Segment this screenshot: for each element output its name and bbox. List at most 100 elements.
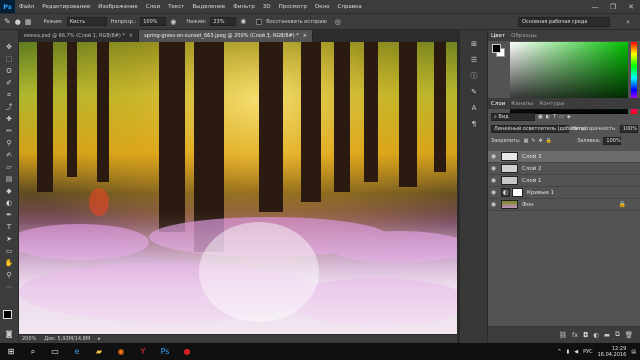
layer-row[interactable]: ◉ Фон 🔒 — [488, 199, 640, 211]
task-view-icon[interactable]: ▭ — [44, 343, 66, 360]
gradient-tool-icon[interactable]: ▤ — [3, 175, 15, 184]
layer-row[interactable]: ◉ Слой 3 — [488, 151, 640, 163]
filter-adjust-icon[interactable]: ◐ — [546, 114, 550, 120]
filter-type-icon[interactable]: T — [553, 114, 556, 120]
layer-name[interactable]: Кривые 1 — [527, 190, 554, 196]
layer-name[interactable]: Фон — [522, 202, 534, 208]
healing-brush-tool-icon[interactable]: ✚ — [3, 115, 15, 124]
layer-row[interactable]: ◉ Слой 2 — [488, 163, 640, 175]
blur-tool-icon[interactable]: ◆ — [3, 187, 15, 196]
brush-settings-panel-icon[interactable]: ✎ — [468, 88, 480, 97]
properties-panel-icon[interactable]: ☰ — [468, 56, 480, 65]
media-icon[interactable]: ● — [176, 343, 198, 360]
shape-tool-icon[interactable]: ▭ — [3, 247, 15, 256]
language-indicator[interactable]: РУС — [583, 349, 593, 355]
eye-icon[interactable]: ◉ — [489, 201, 498, 208]
restore-history-checkbox[interactable] — [256, 18, 263, 25]
photoshop-taskbar-icon[interactable]: Ps — [154, 343, 176, 360]
filter-shape-icon[interactable]: ▭ — [559, 114, 564, 120]
more-tools-icon[interactable]: ⋯ — [3, 283, 15, 292]
tablet-pressure-icon[interactable]: ◎ — [335, 18, 341, 26]
tab-paths[interactable]: Контуры — [539, 101, 564, 107]
lock-transparent-icon[interactable]: ▦ — [524, 138, 529, 144]
layer-name[interactable]: Слой 2 — [522, 166, 542, 172]
workspace-select[interactable]: Основная рабочая среда — [518, 17, 610, 27]
foreground-color-swatch[interactable] — [3, 310, 12, 319]
tab-mokka-psd[interactable]: мокка.psd @ 66,7% (Слой 1, RGB/8#) * × — [19, 30, 140, 42]
layer-kind-filter[interactable]: ⌕ Вид — [491, 112, 535, 121]
quick-select-tool-icon[interactable]: ✐ — [3, 79, 15, 88]
edge-icon[interactable]: e — [66, 343, 88, 360]
character-panel-icon[interactable]: A — [468, 104, 480, 113]
menu-layers[interactable]: Слои — [142, 4, 164, 10]
layer-row[interactable]: ◉ ◐ Кривые 1 — [488, 187, 640, 199]
brush-tool-icon[interactable]: ✏ — [3, 127, 15, 136]
yandex-icon[interactable]: Y — [132, 343, 154, 360]
tab-spring-grass[interactable]: spring-grass-on-sunset_663.jpeg @ 200% (… — [139, 30, 313, 42]
tab-swatches[interactable]: Образцы — [511, 33, 537, 39]
pressure-opacity-icon[interactable]: ◉ — [170, 18, 176, 26]
eye-icon[interactable]: ◉ — [489, 177, 498, 184]
airbrush-icon[interactable]: ✺ — [240, 18, 246, 26]
lasso-tool-icon[interactable]: ʘ — [3, 67, 15, 76]
layer-name[interactable]: Слой 1 — [522, 178, 542, 184]
layer-row[interactable]: ◉ Слой 1 — [488, 175, 640, 187]
layer-opacity-field[interactable]: 100% — [619, 124, 638, 133]
quick-mask-icon[interactable]: ◙ — [3, 330, 15, 339]
start-icon[interactable]: ⊞ — [0, 343, 22, 360]
brush-panel-icon[interactable]: ▦ — [25, 18, 32, 26]
menu-select[interactable]: Выделение — [188, 4, 229, 10]
filter-smart-icon[interactable]: ◈ — [567, 114, 571, 120]
blend-mode-select[interactable]: Линейный осветлитель (добавить) — [491, 124, 586, 133]
eyedropper-tool-icon[interactable]: ⤴ — [3, 103, 15, 112]
eraser-tool-icon[interactable]: ▱ — [3, 163, 15, 172]
lock-all-icon[interactable]: 🔒 — [546, 138, 552, 144]
mask-icon[interactable]: ◘ — [583, 331, 588, 339]
pressure-field[interactable]: 23% — [210, 17, 237, 26]
brush-preset-icon[interactable]: ● — [15, 18, 21, 26]
history-panel-icon[interactable]: ⊞ — [468, 40, 480, 49]
eye-icon[interactable]: ◉ — [489, 153, 498, 160]
path-select-tool-icon[interactable]: ➤ — [3, 235, 15, 244]
maximize-button[interactable]: ❐ — [604, 0, 622, 13]
opacity-field[interactable]: 100% — [140, 17, 167, 26]
menu-image[interactable]: Изображение — [94, 4, 142, 10]
move-tool-icon[interactable]: ✥ — [3, 43, 15, 52]
layer-name[interactable]: Слой 3 — [522, 154, 542, 160]
clock[interactable]: 12:29 16.04.2016 — [598, 346, 627, 358]
zoom-tool-icon[interactable]: ⚲ — [3, 271, 15, 280]
pen-tool-icon[interactable]: ✒ — [3, 211, 15, 220]
history-brush-tool-icon[interactable]: ✍ — [3, 151, 15, 160]
canvas-area[interactable] — [19, 42, 457, 334]
clone-stamp-tool-icon[interactable]: ⚲ — [3, 139, 15, 148]
menu-3d[interactable]: 3D — [259, 4, 275, 10]
menu-edit[interactable]: Редактирование — [38, 4, 94, 10]
tab-layers[interactable]: Слои — [491, 101, 505, 107]
marquee-tool-icon[interactable]: ⬚ — [3, 55, 15, 64]
volume-icon[interactable]: ◀ — [574, 349, 578, 355]
new-layer-icon[interactable]: ⧉ — [615, 330, 620, 339]
notifications-icon[interactable]: ▤ — [631, 349, 636, 355]
crop-tool-icon[interactable]: ⌗ — [3, 91, 15, 100]
adjustment-icon[interactable]: ◐ — [593, 331, 599, 339]
layer-fill-field[interactable]: 100% — [603, 136, 622, 145]
filter-pixel-icon[interactable]: ▣ — [538, 114, 543, 120]
close-tab-icon[interactable]: × — [303, 33, 307, 39]
menu-filter[interactable]: Фильтр — [229, 4, 259, 10]
folder-icon[interactable]: ▬ — [604, 331, 610, 339]
color-panel-foreground-swatch[interactable] — [492, 44, 501, 53]
search-icon[interactable]: ⌕ — [626, 18, 630, 27]
dodge-tool-icon[interactable]: ◐ — [3, 199, 15, 208]
color-swatches[interactable] — [3, 310, 17, 324]
hand-tool-icon[interactable]: ✋ — [3, 259, 15, 268]
paragraph-panel-icon[interactable]: ¶ — [468, 120, 480, 129]
menu-text[interactable]: Текст — [164, 4, 188, 10]
status-menu-icon[interactable]: ▸ — [98, 336, 101, 342]
eye-icon[interactable]: ◉ — [489, 165, 498, 172]
tab-channels[interactable]: Каналы — [511, 101, 533, 107]
fx-icon[interactable]: fx — [572, 331, 578, 339]
explorer-icon[interactable]: ▰ — [88, 343, 110, 360]
zoom-level[interactable]: 200% — [22, 336, 36, 342]
type-tool-icon[interactable]: T — [3, 223, 15, 232]
tab-color[interactable]: Цвет — [491, 33, 505, 39]
